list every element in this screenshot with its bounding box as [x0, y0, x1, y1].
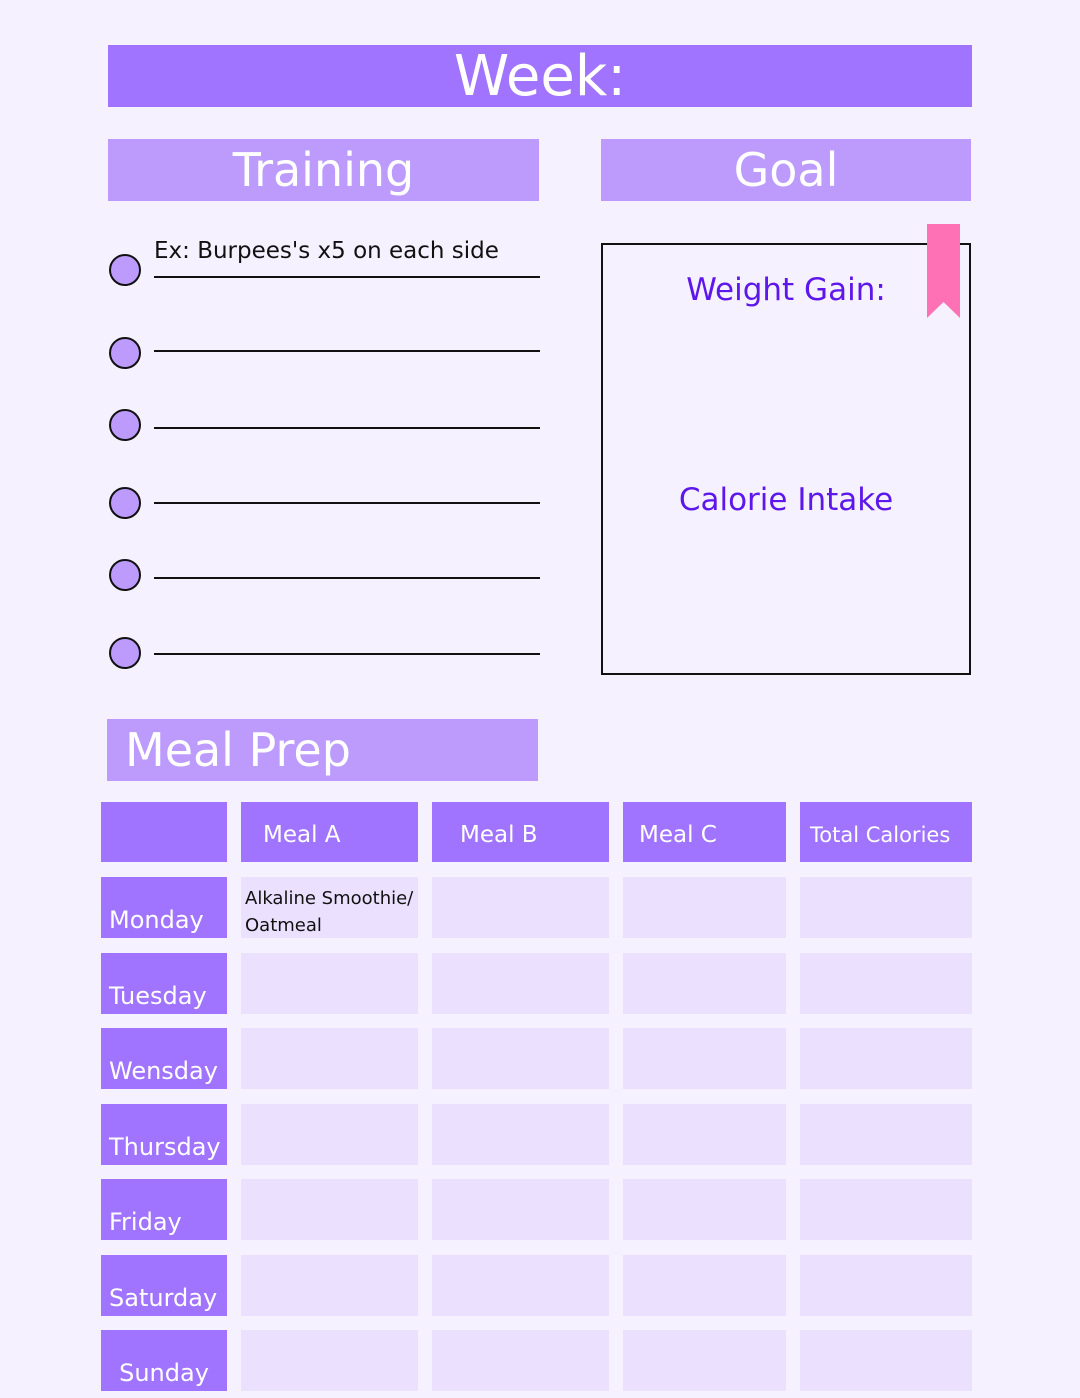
- meal-cell-meal-c[interactable]: [623, 1330, 786, 1391]
- checkbox-circle-icon[interactable]: [109, 559, 141, 591]
- training-item-line[interactable]: [154, 276, 540, 278]
- meal-cell-total-calories[interactable]: [800, 1028, 972, 1089]
- meal-cell-meal-c[interactable]: [623, 877, 786, 938]
- column-header-meal-c: Meal C: [623, 802, 786, 862]
- day-label: Wensday: [101, 1028, 227, 1089]
- column-header-total-calories: Total Calories: [800, 802, 972, 862]
- meal-cell-meal-b[interactable]: [432, 1179, 609, 1240]
- meal-cell-total-calories[interactable]: [800, 1330, 972, 1391]
- weight-gain-label: Weight Gain:: [686, 272, 886, 308]
- checkbox-circle-icon[interactable]: [109, 409, 141, 441]
- day-label: Thursday: [101, 1104, 227, 1165]
- meal-cell-meal-b[interactable]: [432, 953, 609, 1014]
- meal-prep-title: Meal Prep: [125, 723, 351, 777]
- meal-cell-meal-a[interactable]: [241, 1104, 418, 1165]
- meal-prep-header: Meal Prep: [107, 719, 538, 781]
- checkbox-circle-icon[interactable]: [109, 487, 141, 519]
- day-label: Friday: [101, 1179, 227, 1240]
- meal-cell-meal-a[interactable]: [241, 1330, 418, 1391]
- day-label: Saturday: [101, 1255, 227, 1316]
- meal-cell-total-calories[interactable]: [800, 953, 972, 1014]
- training-item-line[interactable]: [154, 350, 540, 352]
- training-item-line[interactable]: [154, 653, 540, 655]
- meal-cell-meal-c[interactable]: [623, 1179, 786, 1240]
- meal-cell-meal-c[interactable]: [623, 953, 786, 1014]
- day-label: Monday: [101, 877, 227, 938]
- column-header-meal-a: Meal A: [241, 802, 418, 862]
- day-label: Tuesday: [101, 953, 227, 1014]
- meal-cell-meal-c[interactable]: [623, 1255, 786, 1316]
- checkbox-circle-icon[interactable]: [109, 637, 141, 669]
- meal-cell-meal-a[interactable]: Alkaline Smoothie/ Oatmeal: [241, 877, 418, 938]
- column-header-meal-b: Meal B: [432, 802, 609, 862]
- meal-cell-total-calories[interactable]: [800, 877, 972, 938]
- meal-cell-meal-b[interactable]: [432, 1104, 609, 1165]
- training-header: Training: [108, 139, 539, 201]
- meal-cell-meal-c[interactable]: [623, 1028, 786, 1089]
- meal-cell-meal-b[interactable]: [432, 1255, 609, 1316]
- checkbox-circle-icon[interactable]: [109, 254, 141, 286]
- goal-title: Goal: [733, 143, 839, 197]
- day-label: Sunday: [101, 1330, 227, 1391]
- training-item-line[interactable]: [154, 577, 540, 579]
- training-item-line[interactable]: [154, 427, 540, 429]
- meal-cell-meal-a[interactable]: [241, 1179, 418, 1240]
- checkbox-circle-icon[interactable]: [109, 337, 141, 369]
- calorie-intake-label: Calorie Intake: [678, 482, 894, 518]
- meal-cell-total-calories[interactable]: [800, 1104, 972, 1165]
- meal-cell-meal-c[interactable]: [623, 1104, 786, 1165]
- week-label: Week:: [453, 43, 627, 109]
- meal-cell-total-calories[interactable]: [800, 1255, 972, 1316]
- meal-cell-meal-a[interactable]: [241, 1028, 418, 1089]
- meal-cell-meal-b[interactable]: [432, 1028, 609, 1089]
- column-header-corner: [101, 802, 227, 862]
- training-item-text[interactable]: Ex: Burpees's x5 on each side: [154, 238, 499, 264]
- training-item-line[interactable]: [154, 502, 540, 504]
- goal-header: Goal: [601, 139, 971, 201]
- meal-cell-meal-b[interactable]: [432, 1330, 609, 1391]
- week-header: Week:: [108, 43, 972, 109]
- meal-cell-meal-a[interactable]: [241, 953, 418, 1014]
- meal-cell-meal-a[interactable]: [241, 1255, 418, 1316]
- meal-cell-meal-b[interactable]: [432, 877, 609, 938]
- training-title: Training: [232, 143, 415, 197]
- meal-cell-total-calories[interactable]: [800, 1179, 972, 1240]
